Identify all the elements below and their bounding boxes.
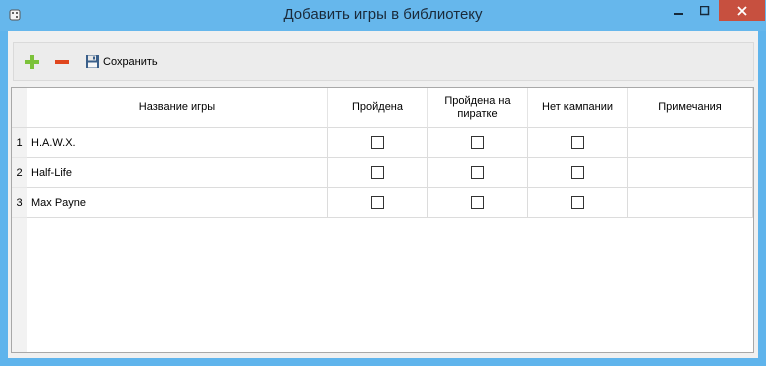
close-button[interactable]	[719, 0, 765, 21]
game-name-cell[interactable]: Max Payne	[27, 188, 328, 218]
game-name-cell[interactable]: H.A.W.X.	[27, 128, 328, 158]
client-area: Сохранить Название игры Пройдена Пройден…	[8, 31, 758, 358]
close-icon	[737, 5, 747, 16]
row-number[interactable]: 3	[12, 188, 27, 218]
floppy-disk-icon	[86, 55, 99, 68]
row-number[interactable]: 1	[12, 128, 27, 158]
games-table[interactable]: Название игры Пройдена Пройдена на пират…	[11, 87, 754, 353]
no-campaign-checkbox[interactable]	[571, 136, 584, 149]
notes-cell[interactable]	[628, 188, 753, 218]
column-header-completed-pirate[interactable]: Пройдена на пиратке	[428, 88, 528, 128]
table-corner[interactable]	[12, 88, 27, 128]
completed-cell[interactable]	[328, 128, 428, 158]
title-bar[interactable]: Добавить игры в библиотеку	[0, 0, 766, 31]
row-number[interactable]: 2	[12, 158, 27, 188]
table-header-row: Название игры Пройдена Пройдена на пират…	[12, 88, 753, 128]
save-button-label: Сохранить	[103, 55, 158, 68]
completed-checkbox[interactable]	[371, 136, 384, 149]
completed-pirate-cell[interactable]	[428, 158, 528, 188]
maximize-button[interactable]	[692, 0, 718, 21]
completed-pirate-checkbox[interactable]	[471, 196, 484, 209]
column-header-notes[interactable]: Примечания	[628, 88, 753, 128]
completed-pirate-cell[interactable]	[428, 188, 528, 218]
minus-icon	[55, 59, 69, 64]
column-header-completed[interactable]: Пройдена	[328, 88, 428, 128]
column-header-no-campaign[interactable]: Нет кампании	[528, 88, 628, 128]
no-campaign-cell[interactable]	[528, 128, 628, 158]
notes-cell[interactable]	[628, 128, 753, 158]
completed-pirate-checkbox[interactable]	[471, 136, 484, 149]
add-games-window: Добавить игры в библиотеку Сохранить Наз…	[0, 0, 766, 366]
table-row: 2 Half-Life	[12, 158, 753, 188]
completed-pirate-checkbox[interactable]	[471, 166, 484, 179]
save-button[interactable]: Сохранить	[85, 43, 175, 80]
game-name-cell[interactable]: Half-Life	[27, 158, 328, 188]
remove-button[interactable]	[54, 43, 78, 80]
toolbar: Сохранить	[13, 42, 754, 81]
no-campaign-checkbox[interactable]	[571, 166, 584, 179]
column-header-name[interactable]: Название игры	[27, 88, 328, 128]
table-row: 1 H.A.W.X.	[12, 128, 753, 158]
add-button[interactable]	[24, 43, 48, 80]
no-campaign-checkbox[interactable]	[571, 196, 584, 209]
completed-cell[interactable]	[328, 158, 428, 188]
maximize-icon	[700, 5, 710, 15]
minimize-icon	[674, 12, 683, 15]
completed-pirate-cell[interactable]	[428, 128, 528, 158]
completed-cell[interactable]	[328, 188, 428, 218]
window-title: Добавить игры в библиотеку	[283, 6, 483, 23]
notes-cell[interactable]	[628, 158, 753, 188]
no-campaign-cell[interactable]	[528, 188, 628, 218]
column-header-completed-pirate-label: Пройдена на пиратке	[444, 94, 511, 120]
no-campaign-cell[interactable]	[528, 158, 628, 188]
table-row: 3 Max Payne	[12, 188, 753, 218]
minimize-button[interactable]	[666, 0, 692, 21]
completed-checkbox[interactable]	[371, 196, 384, 209]
plus-icon	[25, 54, 39, 69]
completed-checkbox[interactable]	[371, 166, 384, 179]
